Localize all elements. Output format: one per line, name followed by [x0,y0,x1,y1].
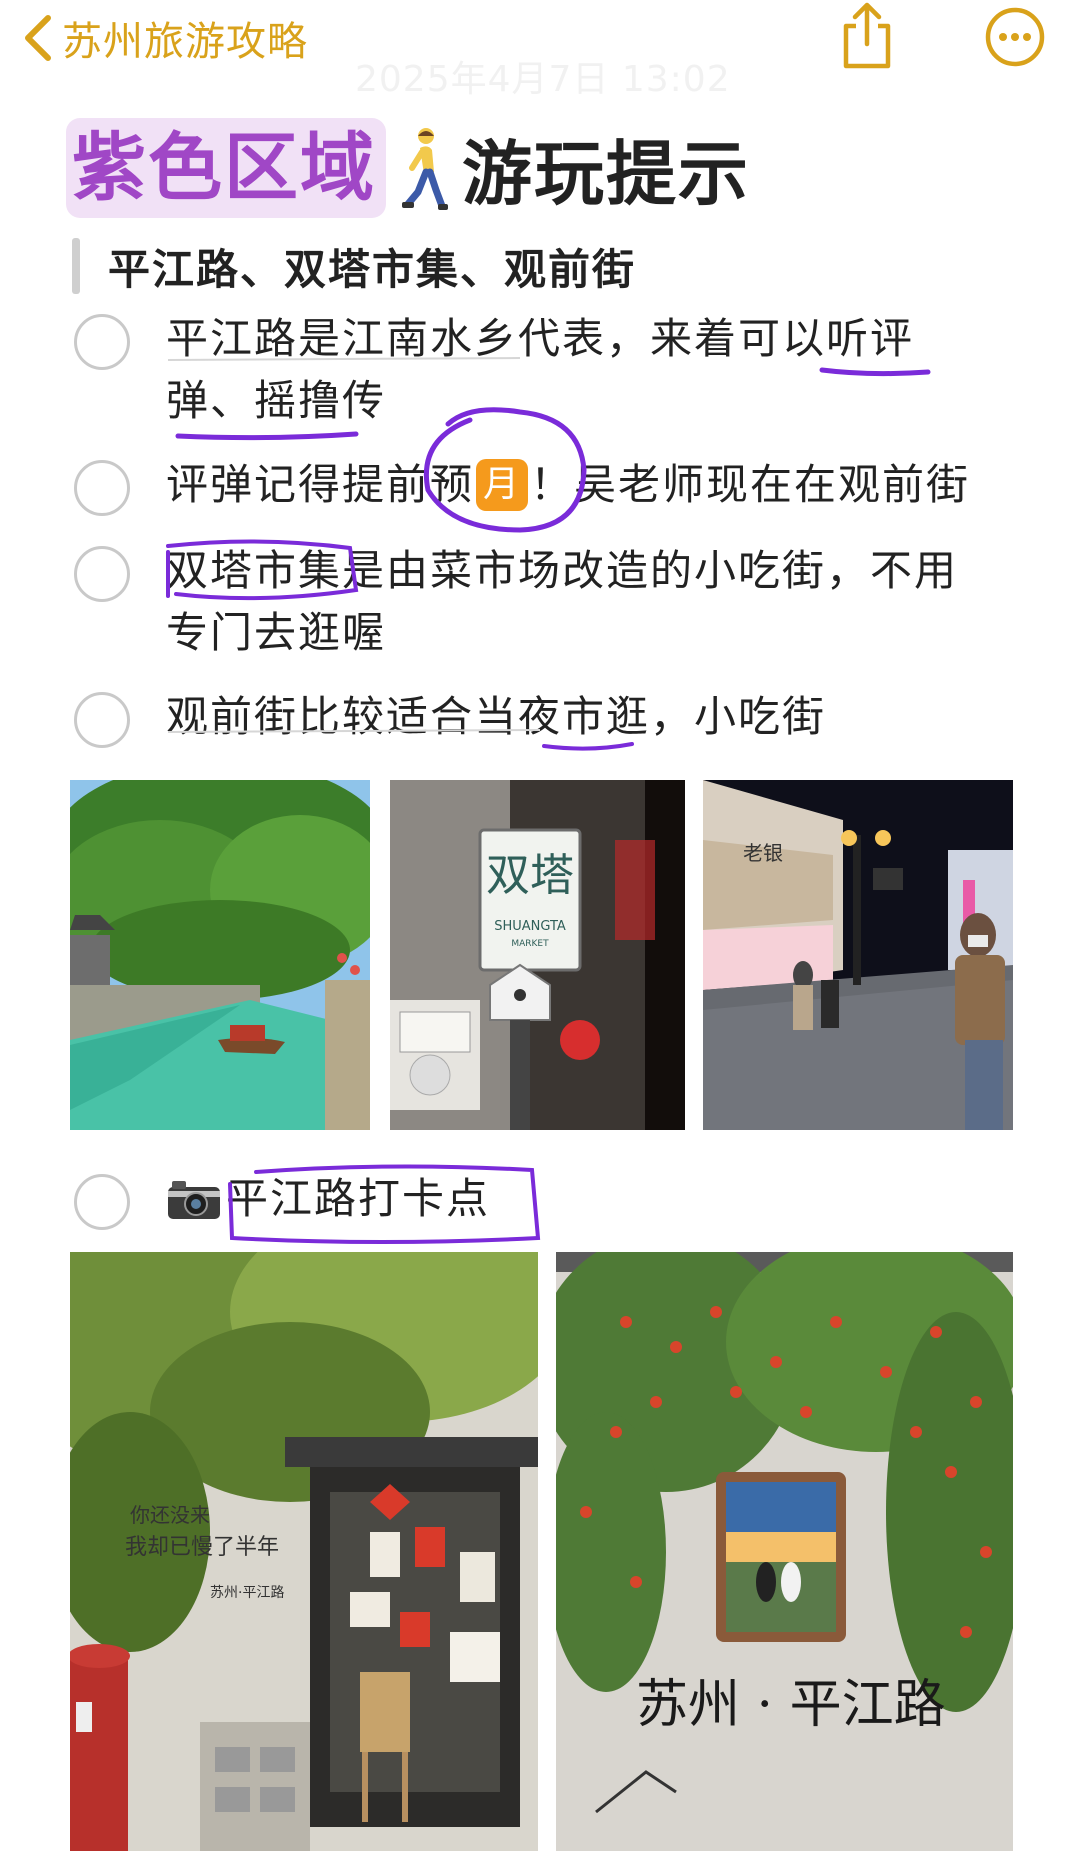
checklist-item: 平江路是江南水乡代表，来着可以听评 弹、摇撸传 [74,308,1034,438]
pingjiang-shop-image: 你还没来 我却已慢了半年 苏州·平江路 [70,1252,538,1851]
photo-shuangta-market[interactable]: 双塔 SHUANGTA MARKET [390,780,685,1130]
more-options-icon[interactable] [984,6,1046,68]
shuangta-sign-sub2: MARKET [511,939,549,949]
share-icon[interactable] [838,2,896,70]
title-text: 游玩提示 [462,132,750,215]
checklist-item: 双塔市集是由菜市场改造的小吃街，不用 专门去逛喔 [74,540,1034,670]
item-text-part: 评弹记得提前预 [166,460,475,509]
photo-pingjiang-wall[interactable]: 苏州 · 平江路 [556,1252,1013,1851]
shuangta-sign-main: 双塔 [486,850,574,901]
photo-pingjiang-shop[interactable]: 你还没来 我却已慢了半年 苏州·平江路 [70,1252,538,1851]
shuangta-image: 双塔 SHUANGTA MARKET [390,780,685,1130]
guanqian-image: 老银 [703,780,1013,1130]
wall-text-3: 苏州·平江路 [210,1585,284,1601]
back-label: 苏州旅游攻略 [62,19,308,65]
chevron-left-icon [25,15,51,61]
checkbox[interactable] [74,546,130,602]
checklist-item-text-line2: 弹、摇撸传 [166,376,387,425]
wall-text-1: 你还没来 [130,1503,210,1527]
photo-guanqian-street[interactable]: 老银 [703,780,1013,1130]
checkbox[interactable] [74,460,130,516]
pingjiang-wall-image: 苏州 · 平江路 [556,1252,1013,1851]
checklist-item-text-line2: 专门去逛喔 [166,608,387,657]
checkbox[interactable] [74,314,130,370]
wall-text-2: 我却已慢了半年 [125,1535,279,1560]
nav-bar: 苏州旅游攻略 2025年4月7日 13:02 [0,0,1080,100]
block-quote-heading: 平江路、双塔市集、观前街 [72,238,636,294]
quote-bar [72,238,80,294]
checklist-item-text: 平江路打卡点 [166,1168,490,1230]
back-button[interactable]: 苏州旅游攻略 [18,10,308,66]
title-highlight: 紫色区域 [66,118,386,218]
checklist-item-text: 评弹记得提前预 月 ！吴老师现在在观前街 [166,454,970,516]
checkbox[interactable] [74,1174,130,1230]
guanqian-store-sign: 老银 [743,841,783,865]
note-title: 紫色区域 游玩提示 [66,118,750,218]
note-date: 2025年4月7日 13:02 [355,59,731,100]
wall-calligraphy: 苏州 · 平江路 [636,1675,946,1735]
checklist-item: 评弹记得提前预 月 ！吴老师现在在观前街 [74,454,1034,524]
checklist-item-text: 双塔市集是由菜市场改造的小吃街，不用 [166,546,959,595]
camera-icon [168,1181,220,1219]
item-text-part: 平江路打卡点 [226,1174,491,1223]
shuangta-sign-sub: SHUANGTA [494,919,566,934]
checkbox[interactable] [74,692,130,748]
canal-image [70,780,370,1130]
item-text-part: ！吴老师现在在观前街 [530,460,971,509]
month-emoji: 月 [476,459,529,511]
section-heading-text: 平江路、双塔市集、观前街 [108,244,637,294]
checklist-item-text: 平江路是江南水乡代表，来着可以听评 [166,314,915,363]
photo-pingjiang-canal[interactable] [70,780,370,1130]
checklist-item-text: 观前街比较适合当夜市逛，小吃街 [166,692,827,741]
person-walking-icon [402,128,448,210]
checklist-item: 平江路打卡点 [74,1168,1034,1238]
checklist-item: 观前街比较适合当夜市逛，小吃街 [74,686,1034,756]
